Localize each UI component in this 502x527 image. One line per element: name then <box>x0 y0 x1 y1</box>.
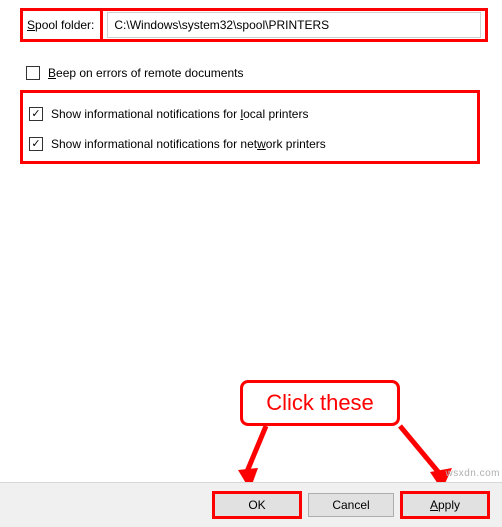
cancel-button[interactable]: Cancel <box>308 493 394 517</box>
network-notify-label: Show informational notifications for net… <box>51 137 326 151</box>
network-notify-checkbox[interactable]: ✓ <box>29 137 43 151</box>
apply-button[interactable]: Apply <box>400 491 490 519</box>
local-notify-checkbox[interactable]: ✓ <box>29 107 43 121</box>
local-notify-label: Show informational notifications for loc… <box>51 107 308 121</box>
spool-folder-label: Spool folder: <box>23 11 103 39</box>
beep-errors-label: Beep on errors of remote documents <box>48 66 243 80</box>
notifications-highlight-box: ✓ Show informational notifications for l… <box>20 90 480 164</box>
spool-folder-row: Spool folder: <box>20 8 488 42</box>
local-notify-row[interactable]: ✓ Show informational notifications for l… <box>29 107 471 121</box>
beep-errors-checkbox[interactable] <box>26 66 40 80</box>
network-notify-row[interactable]: ✓ Show informational notifications for n… <box>29 137 471 151</box>
beep-errors-row[interactable]: Beep on errors of remote documents <box>26 66 482 80</box>
annotation-callout: Click these <box>240 380 400 426</box>
watermark-text: wsxdn.com <box>445 468 500 479</box>
dialog-button-bar: OK Cancel Apply <box>0 482 502 527</box>
spool-folder-input[interactable] <box>107 12 481 38</box>
ok-button[interactable]: OK <box>212 491 302 519</box>
